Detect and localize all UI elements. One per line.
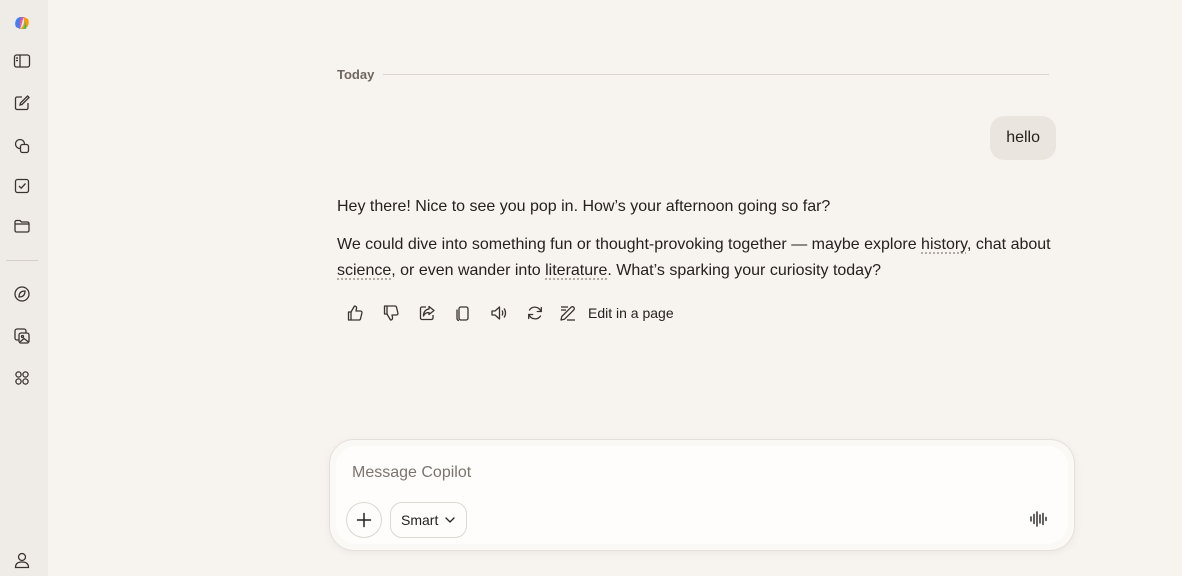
composer-inner: Smart — [336, 446, 1068, 544]
copy-icon[interactable] — [450, 300, 476, 326]
topic-link-literature[interactable]: literature — [545, 262, 607, 279]
apps-icon[interactable] — [8, 364, 36, 392]
profile-icon[interactable] — [8, 546, 36, 574]
discover-icon[interactable] — [8, 280, 36, 308]
regenerate-icon[interactable] — [522, 300, 548, 326]
share-icon[interactable] — [414, 300, 440, 326]
reply-text: , or even wander into — [391, 262, 546, 279]
message-input[interactable] — [352, 464, 992, 482]
plus-icon — [356, 512, 372, 528]
message-actions: Edit in a page — [342, 300, 674, 326]
voice-mode-icon[interactable] — [1026, 507, 1050, 531]
reply-paragraph: We could dive into something fun or thou… — [337, 232, 1052, 284]
topic-link-science[interactable]: science — [337, 262, 391, 279]
add-attachment-button[interactable] — [346, 502, 382, 538]
copilot-logo-icon[interactable] — [8, 9, 36, 37]
date-divider: Today — [337, 65, 1049, 83]
reply-text: We could dive into something fun or thou… — [337, 236, 922, 253]
sidebar-divider — [6, 260, 38, 261]
mode-selector[interactable]: Smart — [390, 502, 468, 538]
read-aloud-icon[interactable] — [486, 300, 512, 326]
tasks-icon[interactable] — [8, 172, 36, 200]
topic-link-history[interactable]: history — [921, 236, 967, 253]
assistant-reply: Hey there! Nice to see you pop in. How’s… — [337, 194, 1052, 296]
user-message-bubble: hello — [990, 116, 1056, 160]
mode-label: Smart — [401, 512, 439, 528]
thumbs-down-icon[interactable] — [378, 300, 404, 326]
sidebar — [0, 0, 48, 576]
copy-pages-icon[interactable] — [8, 132, 36, 160]
folder-icon[interactable] — [8, 212, 36, 240]
toggle-sidebar-icon[interactable] — [8, 47, 36, 75]
chat-area: Today hello Hey there! Nice to see you p… — [48, 0, 1182, 576]
composer: Smart — [330, 440, 1074, 550]
edit-in-page-label: Edit in a page — [588, 305, 674, 321]
date-label: Today — [337, 66, 375, 82]
image-gallery-icon[interactable] — [8, 322, 36, 350]
new-chat-icon[interactable] — [8, 89, 36, 117]
reply-text: , chat about — [966, 236, 1051, 253]
thumbs-up-icon[interactable] — [342, 300, 368, 326]
reply-paragraph: Hey there! Nice to see you pop in. How’s… — [337, 198, 831, 215]
chevron-down-icon — [445, 517, 455, 523]
date-divider-line — [383, 73, 1049, 75]
reply-text: . What’s sparking your curiosity today? — [607, 262, 881, 279]
edit-page-icon — [560, 306, 575, 321]
edit-in-page-button[interactable]: Edit in a page — [558, 303, 674, 323]
